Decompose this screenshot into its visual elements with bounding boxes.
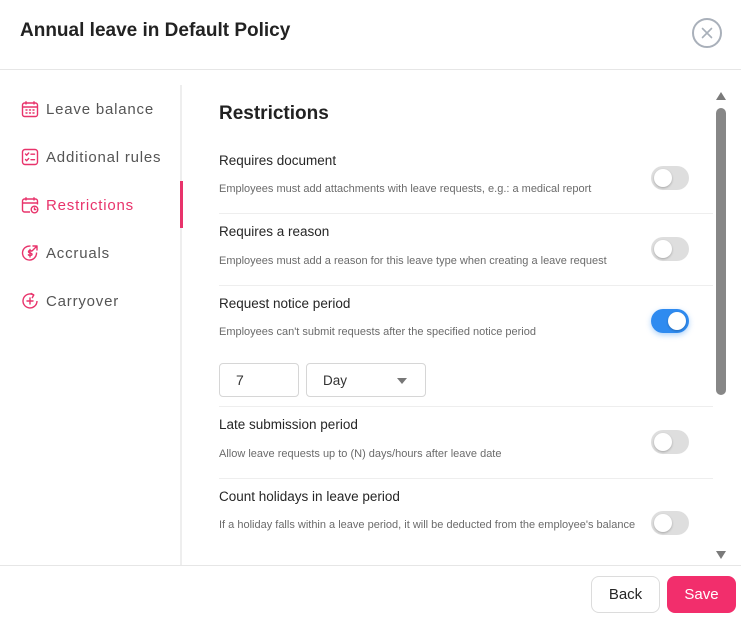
sidebar-item-label: Accruals	[46, 244, 110, 262]
request-notice-period-toggle[interactable]	[651, 309, 689, 333]
row-description: Employees must add a reason for this lea…	[219, 255, 607, 267]
toggle-knob	[654, 433, 672, 451]
scroll-down-arrow-icon[interactable]	[716, 551, 726, 559]
count-holidays-toggle[interactable]	[651, 511, 689, 535]
sidebar-item-restrictions[interactable]: Restrictions	[20, 191, 134, 219]
sidebar-item-label: Additional rules	[46, 148, 162, 166]
notice-period-input[interactable]	[219, 363, 299, 397]
sidebar-item-leave-balance[interactable]: Leave balance	[20, 95, 154, 123]
coin-arrow-icon	[20, 243, 40, 263]
scrollbar-thumb[interactable]	[716, 108, 726, 395]
scroll-up-arrow-icon[interactable]	[716, 92, 726, 100]
sidebar-item-accruals[interactable]: Accruals	[20, 239, 110, 267]
save-button[interactable]: Save	[667, 576, 736, 613]
circular-plus-arrow-icon	[20, 291, 40, 311]
calendar-clock-icon	[20, 195, 40, 215]
selected-unit: Day	[323, 372, 348, 388]
sidebar-item-label: Leave balance	[46, 100, 154, 118]
toggle-knob	[668, 312, 686, 330]
dialog-title: Annual leave in Default Policy	[20, 20, 291, 41]
sidebar-item-label: Carryover	[46, 292, 120, 310]
row-divider	[219, 478, 713, 479]
notice-period-unit-select[interactable]: Day	[306, 363, 426, 397]
calendar-grid-icon	[20, 99, 40, 119]
row-divider	[219, 213, 713, 214]
sidebar-item-label: Restrictions	[46, 196, 134, 214]
row-title: Late submission period	[219, 417, 358, 432]
requires-reason-toggle[interactable]	[651, 237, 689, 261]
sidebar-item-additional-rules[interactable]: Additional rules	[20, 143, 161, 171]
row-title: Requires document	[219, 153, 337, 168]
requires-document-toggle[interactable]	[651, 166, 689, 190]
row-title: Request notice period	[219, 296, 351, 311]
close-button[interactable]	[692, 18, 722, 48]
row-description: If a holiday falls within a leave period…	[219, 519, 636, 531]
row-description: Employees can't submit requests after th…	[219, 326, 536, 338]
active-nav-indicator	[180, 181, 183, 228]
late-submission-toggle[interactable]	[651, 430, 689, 454]
row-divider	[219, 285, 713, 286]
row-description: Allow leave requests up to (N) days/hour…	[219, 448, 502, 460]
chevron-down-icon	[397, 378, 407, 384]
toggle-knob	[654, 514, 672, 532]
row-description: Employees must add attachments with leav…	[219, 183, 592, 195]
checklist-icon	[20, 147, 40, 167]
sidebar-item-carryover[interactable]: Carryover	[20, 287, 119, 315]
sidebar-divider	[180, 85, 182, 565]
row-title: Requires a reason	[219, 224, 330, 239]
dialog-header: Annual leave in Default Policy	[0, 0, 741, 70]
row-title: Count holidays in leave period	[219, 489, 400, 504]
close-icon	[701, 27, 713, 39]
back-button[interactable]: Back	[591, 576, 660, 613]
toggle-knob	[654, 240, 672, 258]
row-divider	[219, 406, 713, 407]
toggle-knob	[654, 169, 672, 187]
section-title: Restrictions	[219, 103, 329, 124]
